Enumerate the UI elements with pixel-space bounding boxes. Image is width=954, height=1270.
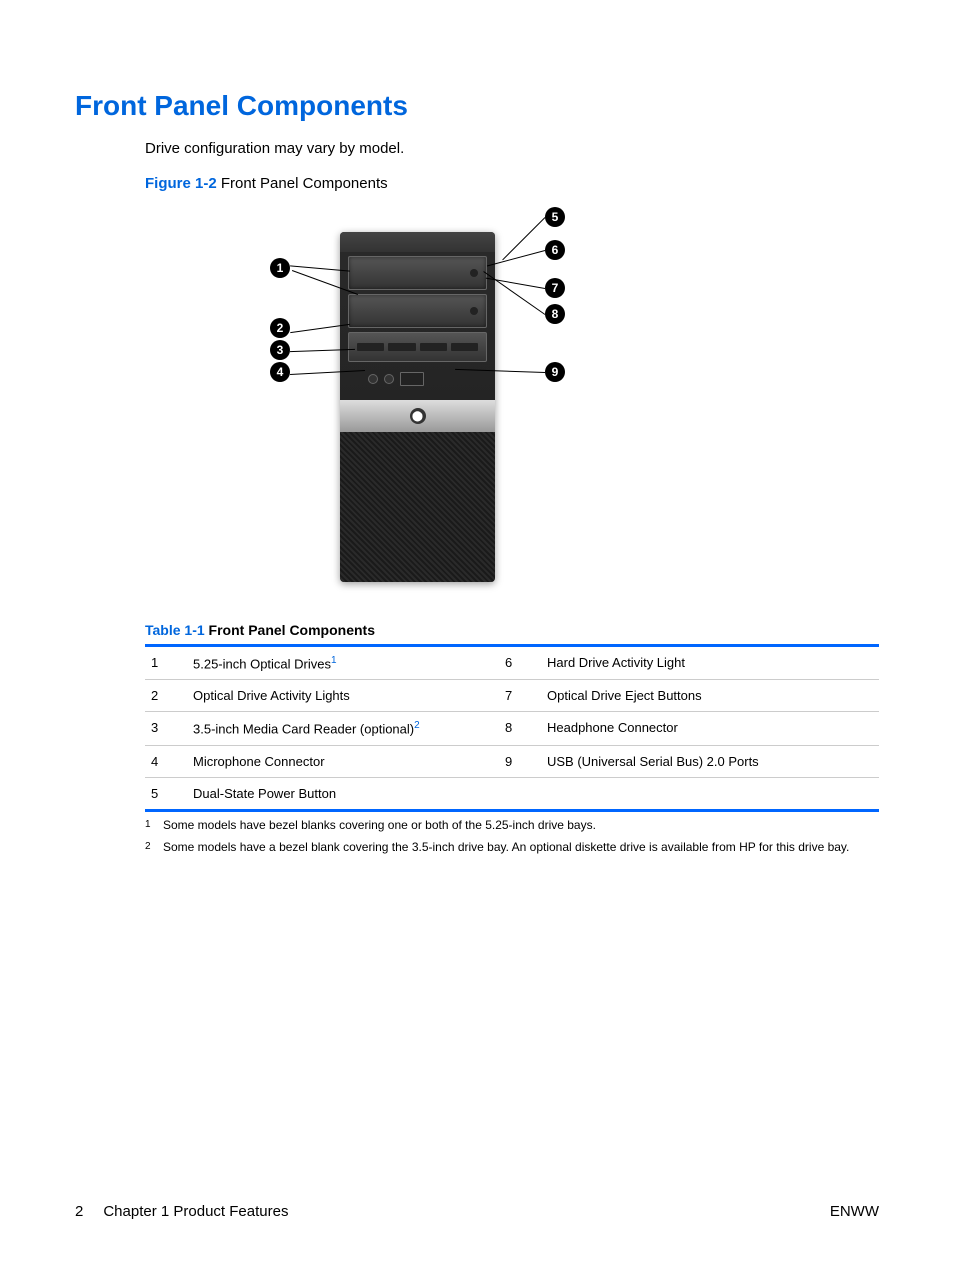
component-number: 7: [499, 680, 541, 712]
leader-line: [487, 250, 545, 266]
component-number: 1: [145, 646, 187, 680]
footnotes: 1 Some models have bezel blanks covering …: [145, 816, 879, 856]
components-table: 15.25-inch Optical Drives16Hard Drive Ac…: [145, 644, 879, 812]
component-description: 3.5-inch Media Card Reader (optional)2: [187, 712, 499, 745]
callout-5: 5: [545, 207, 565, 227]
footnote-number: 1: [145, 816, 153, 834]
computer-tower-image: ⬤: [340, 232, 495, 582]
figure-label: Figure 1-2: [145, 175, 217, 192]
figure-diagram: 1 2 3 4 5 6 7 8 9: [145, 202, 879, 592]
component-description: 5.25-inch Optical Drives1: [187, 646, 499, 680]
component-description: USB (Universal Serial Bus) 2.0 Ports: [541, 745, 879, 777]
callout-6: 6: [545, 240, 565, 260]
callout-2: 2: [270, 318, 290, 338]
footnote-ref: 1: [331, 655, 337, 666]
leader-line: [502, 217, 545, 260]
component-number: 3: [145, 712, 187, 745]
callout-3: 3: [270, 340, 290, 360]
footnote-text: Some models have bezel blanks covering o…: [163, 816, 596, 834]
table-row: 33.5-inch Media Card Reader (optional)28…: [145, 712, 879, 745]
component-number: 8: [499, 712, 541, 745]
component-description: Microphone Connector: [187, 745, 499, 777]
table-row: 4Microphone Connector9USB (Universal Ser…: [145, 745, 879, 777]
component-description: Hard Drive Activity Light: [541, 646, 879, 680]
footnote-number: 2: [145, 838, 153, 856]
footnote: 2 Some models have a bezel blank covering…: [145, 838, 879, 856]
component-number: 5: [145, 777, 187, 810]
footnote-text: Some models have a bezel blank covering …: [163, 838, 849, 856]
component-description: Optical Drive Eject Buttons: [541, 680, 879, 712]
component-number: 9: [499, 745, 541, 777]
component-number: 4: [145, 745, 187, 777]
callout-1: 1: [270, 258, 290, 278]
component-description: Headphone Connector: [541, 712, 879, 745]
table-caption: Table 1-1 Front Panel Components: [145, 622, 879, 638]
callout-4: 4: [270, 362, 290, 382]
table-row: 15.25-inch Optical Drives16Hard Drive Ac…: [145, 646, 879, 680]
component-description: Dual-State Power Button: [187, 777, 499, 810]
footer-right: ENWW: [830, 1203, 879, 1220]
component-description: [541, 777, 879, 810]
component-number: 6: [499, 646, 541, 680]
component-description: Optical Drive Activity Lights: [187, 680, 499, 712]
table-row: 2Optical Drive Activity Lights7Optical D…: [145, 680, 879, 712]
callout-7: 7: [545, 278, 565, 298]
footnote: 1 Some models have bezel blanks covering …: [145, 816, 879, 834]
component-number: 2: [145, 680, 187, 712]
figure-title: Front Panel Components: [221, 175, 388, 192]
table-label: Table 1-1: [145, 622, 205, 638]
table-title: Front Panel Components: [209, 622, 375, 638]
page-number: 2: [75, 1203, 83, 1220]
callout-9: 9: [545, 362, 565, 382]
footnote-ref: 2: [414, 720, 420, 731]
page-footer: 2 Chapter 1 Product Features ENWW: [75, 1203, 879, 1220]
section-heading: Front Panel Components: [75, 90, 879, 122]
chapter-title: Chapter 1 Product Features: [103, 1203, 288, 1220]
figure-caption: Figure 1-2 Front Panel Components: [145, 175, 879, 192]
callout-8: 8: [545, 304, 565, 324]
intro-text: Drive configuration may vary by model.: [145, 140, 879, 157]
table-row: 5Dual-State Power Button: [145, 777, 879, 810]
component-number: [499, 777, 541, 810]
